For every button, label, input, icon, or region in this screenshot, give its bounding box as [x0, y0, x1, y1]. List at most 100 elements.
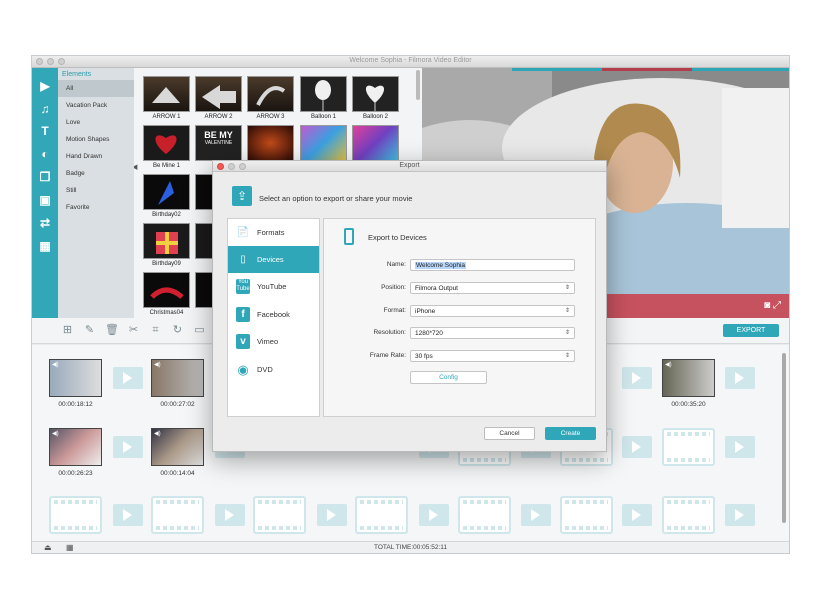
file-icon: 📄 — [236, 227, 250, 238]
overlay-icon[interactable]: ❐ — [38, 170, 52, 184]
category-item[interactable]: Favorite — [58, 199, 134, 216]
rotate-icon[interactable]: ↻ — [171, 324, 184, 337]
option-youtube[interactable]: You Tube YouTube — [228, 273, 319, 300]
transition-slot[interactable] — [622, 367, 652, 389]
transition-icon[interactable]: ⇄ — [38, 216, 52, 230]
empty-clip-slot[interactable] — [662, 428, 715, 466]
element-tile[interactable]: Balloon 2 — [352, 76, 399, 120]
empty-clip-slot[interactable] — [151, 496, 204, 534]
facebook-icon: f — [236, 307, 250, 322]
framerate-select[interactable]: 30 fps ⇕ — [410, 350, 575, 362]
transition-slot[interactable] — [521, 504, 551, 526]
category-item[interactable]: Badge — [58, 165, 134, 182]
select-arrows-icon: ⇕ — [564, 308, 570, 314]
element-tile[interactable]: Be Mine 1 — [143, 125, 190, 169]
resolution-row: Resolution: 1280*720 ⇕ — [324, 327, 597, 340]
empty-clip-slot[interactable] — [458, 496, 511, 534]
option-facebook[interactable]: f Facebook — [228, 301, 319, 328]
transition-slot[interactable] — [317, 504, 347, 526]
transition-slot[interactable] — [622, 504, 652, 526]
option-devices[interactable]: ▯ Devices — [228, 246, 319, 273]
elements-category-list: Elements All Vacation Pack Love Motion S… — [58, 68, 134, 318]
select-arrows-icon: ⇕ — [564, 285, 570, 291]
storyboard-scrollbar[interactable] — [782, 353, 786, 523]
element-tile[interactable]: Christmas04 — [143, 272, 190, 316]
format-select[interactable]: iPhone ⇕ — [410, 305, 575, 317]
edit-icon[interactable]: ✎ — [83, 324, 96, 337]
timeline-clip[interactable]: ◀) 00:00:14:04 — [151, 428, 204, 477]
timeline-clip[interactable]: ◀) 00:00:18:12 — [49, 359, 102, 408]
element-tile[interactable]: ARROW 2 — [195, 76, 242, 120]
category-item[interactable]: Still — [58, 182, 134, 199]
export-button[interactable]: EXPORT — [723, 324, 779, 337]
element-tile[interactable] — [247, 125, 294, 161]
export-settings-panel: Export to Devices Name: Welcome Sophia P… — [323, 218, 596, 417]
elements-icon[interactable]: ▣ — [38, 193, 52, 207]
config-button[interactable]: Config — [410, 371, 487, 384]
transition-slot[interactable] — [725, 367, 755, 389]
preview-progress-marker — [602, 68, 692, 71]
element-tile[interactable]: ARROW 1 — [143, 76, 190, 120]
snapshot-icon[interactable]: ◙ ⤢ — [764, 300, 781, 311]
split-icon[interactable]: ✂ — [127, 324, 140, 337]
audio-icon: ◀) — [154, 431, 161, 437]
element-tile[interactable]: Balloon 1 — [300, 76, 347, 120]
export-options-list: 📄 Formats ▯ Devices You Tube YouTube f Fa… — [227, 218, 320, 417]
category-item[interactable]: Vacation Pack — [58, 97, 134, 114]
category-item[interactable]: All — [58, 80, 134, 97]
pip-icon[interactable]: ▭ — [193, 324, 206, 337]
category-header: Elements — [62, 71, 92, 78]
empty-clip-slot[interactable] — [560, 496, 613, 534]
element-tile[interactable]: ARROW 3 — [247, 76, 294, 120]
element-tile[interactable] — [300, 125, 347, 161]
resolution-select[interactable]: 1280*720 ⇕ — [410, 327, 575, 339]
add-track-icon[interactable]: ⊞ — [61, 324, 74, 337]
transition-slot[interactable] — [215, 504, 245, 526]
total-time: TOTAL TIME:00:05:52:11 — [374, 544, 447, 551]
position-select[interactable]: Filmora Output ⇕ — [410, 282, 575, 294]
split-screen-icon[interactable]: ▦ — [38, 239, 52, 253]
export-dialog: Export ⇪ Select an option to export or s… — [212, 160, 607, 452]
media-icon[interactable]: ▶ — [38, 79, 52, 93]
transition-slot[interactable] — [113, 367, 143, 389]
empty-clip-slot[interactable] — [355, 496, 408, 534]
name-field[interactable]: Welcome Sophia — [410, 259, 575, 271]
category-item[interactable]: Love — [58, 114, 134, 131]
category-item[interactable]: Motion Shapes — [58, 131, 134, 148]
cancel-button[interactable]: Cancel — [484, 427, 535, 440]
filter-icon[interactable]: ◐ — [38, 147, 52, 161]
category-item[interactable]: Hand Drawn — [58, 148, 134, 165]
option-dvd[interactable]: ◉ DVD — [228, 356, 319, 383]
timeline-clip[interactable]: ◀) 00:00:27:02 — [151, 359, 204, 408]
option-formats[interactable]: 📄 Formats — [228, 219, 319, 246]
transition-slot[interactable] — [725, 504, 755, 526]
element-tile[interactable] — [352, 125, 399, 161]
phone-icon: ▯ — [240, 254, 246, 265]
timeline-clip[interactable]: ◀) 00:00:26:23 — [49, 428, 102, 477]
element-tile[interactable]: Birthday02 — [143, 174, 190, 218]
disc-icon: ◉ — [237, 362, 249, 377]
empty-clip-slot[interactable] — [49, 496, 102, 534]
option-vimeo[interactable]: v Vimeo — [228, 328, 319, 355]
empty-clip-slot[interactable] — [662, 496, 715, 534]
collapse-panel-icon[interactable]: ◀ — [134, 163, 137, 171]
transition-slot[interactable] — [725, 436, 755, 458]
music-icon[interactable]: ♫ — [38, 102, 52, 116]
panel-title: Export to Devices — [368, 233, 427, 242]
transition-slot[interactable] — [622, 436, 652, 458]
delete-icon[interactable]: 🗑 — [105, 324, 119, 337]
transition-slot[interactable] — [113, 436, 143, 458]
crop-icon[interactable]: ⌗ — [149, 324, 162, 337]
select-arrows-icon: ⇕ — [564, 353, 570, 359]
element-tile[interactable]: Birthday09 — [143, 223, 190, 267]
empty-clip-slot[interactable] — [253, 496, 306, 534]
timeline-clip[interactable]: ◀) 00:00:35:20 — [662, 359, 715, 408]
create-button[interactable]: Create — [545, 427, 596, 440]
desktop: Welcome Sophia - Filmora Video Editor ▶ … — [0, 0, 820, 592]
dialog-titlebar: Export — [213, 161, 606, 172]
transition-slot[interactable] — [113, 504, 143, 526]
transition-slot[interactable] — [419, 504, 449, 526]
grid-scrollbar[interactable] — [416, 70, 420, 100]
text-icon[interactable]: T — [38, 124, 52, 138]
audio-icon: ◀) — [52, 431, 59, 437]
